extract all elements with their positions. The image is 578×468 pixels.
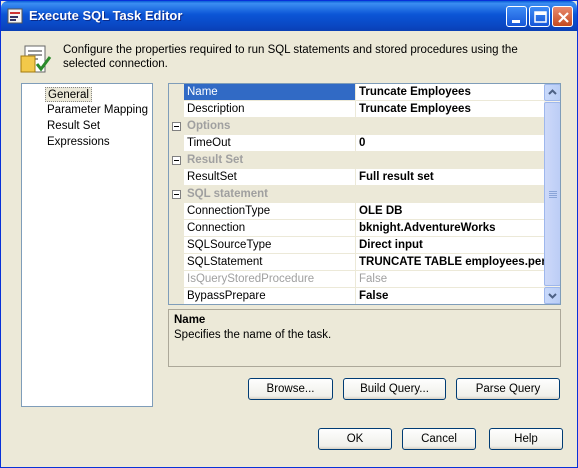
window-title: Execute SQL Task Editor: [29, 8, 183, 23]
nav-item-expressions[interactable]: Expressions: [45, 135, 112, 150]
property-name: SQLStatement: [184, 254, 356, 271]
grid-row-sqlstatement[interactable]: SQLStatement TRUNCATE TABLE employees.pe…: [169, 254, 544, 271]
property-value[interactable]: 0: [356, 135, 544, 152]
build-query-button[interactable]: Build Query...: [343, 378, 446, 400]
help-button[interactable]: Help: [489, 428, 563, 450]
property-grid: Name Truncate Employees Description Trun…: [168, 83, 561, 305]
row-margin: [169, 288, 184, 304]
description-text: Specifies the name of the task.: [174, 329, 332, 341]
grid-row-isquerystoredprocedure: IsQueryStoredProcedure False: [169, 271, 544, 288]
nav-item-general[interactable]: General: [45, 87, 92, 102]
category-label: SQL statement: [187, 188, 268, 200]
row-margin: [169, 84, 184, 101]
chevron-up-icon: [548, 89, 557, 95]
property-name: SQLSourceType: [184, 237, 356, 254]
page-navigation: General Parameter Mapping Result Set Exp…: [21, 83, 153, 407]
minimize-icon: [512, 20, 520, 23]
grip-line: [549, 193, 557, 194]
grid-row-sqlsourcetype[interactable]: SQLSourceType Direct input: [169, 237, 544, 254]
grid-row-resultset[interactable]: ResultSet Full result set: [169, 169, 544, 186]
category-sql-statement[interactable]: SQL statement: [169, 186, 544, 203]
scroll-up-button[interactable]: [544, 84, 560, 101]
collapse-icon[interactable]: [172, 122, 181, 131]
property-name: Description: [184, 101, 356, 118]
grid-row-connection[interactable]: Connection bknight.AdventureWorks: [169, 220, 544, 237]
grip-line: [549, 195, 557, 196]
property-value[interactable]: bknight.AdventureWorks: [356, 220, 544, 237]
category-label: Result Set: [187, 154, 244, 166]
header-description: Configure the properties required to run…: [63, 44, 518, 70]
row-margin: [169, 220, 184, 237]
property-name: TimeOut: [184, 135, 356, 152]
grid-row-timeout[interactable]: TimeOut 0: [169, 135, 544, 152]
title-bar[interactable]: Execute SQL Task Editor: [1, 1, 577, 31]
category-label: Options: [187, 120, 231, 132]
grid-row-description[interactable]: Description Truncate Employees: [169, 101, 544, 118]
property-grid-scrollbar[interactable]: [544, 84, 560, 304]
property-value[interactable]: Direct input: [356, 237, 544, 254]
grid-row-bypassprepare[interactable]: BypassPrepare False: [169, 288, 544, 304]
property-name: BypassPrepare: [184, 288, 356, 304]
row-margin: [169, 271, 184, 288]
property-name: IsQueryStoredProcedure: [184, 271, 356, 288]
property-value[interactable]: TRUNCATE TABLE employees.pen: [356, 254, 544, 271]
row-margin: [169, 203, 184, 220]
nav-item-result-set[interactable]: Result Set: [45, 119, 102, 134]
row-margin: [169, 237, 184, 254]
property-value[interactable]: False: [356, 288, 544, 304]
row-margin: [169, 101, 184, 118]
dialog-window: Execute SQL Task Editor Configure the pr…: [0, 0, 578, 468]
chevron-down-icon: [548, 293, 557, 299]
description-title: Name: [174, 314, 206, 326]
grip-line: [549, 191, 557, 192]
nav-item-parameter-mapping[interactable]: Parameter Mapping: [45, 103, 150, 118]
ok-button[interactable]: OK: [318, 428, 392, 450]
maximize-button[interactable]: [529, 6, 550, 27]
grip-line: [549, 197, 557, 198]
grid-row-connectiontype[interactable]: ConnectionType OLE DB: [169, 203, 544, 220]
close-button[interactable]: [552, 6, 573, 27]
browse-button[interactable]: Browse...: [248, 378, 333, 400]
row-margin: [169, 169, 184, 186]
category-result-set[interactable]: Result Set: [169, 152, 544, 169]
property-value[interactable]: Full result set: [356, 169, 544, 186]
close-icon: [558, 12, 569, 23]
property-name: Connection: [184, 220, 356, 237]
row-margin: [169, 254, 184, 271]
scroll-thumb[interactable]: [544, 102, 560, 286]
cancel-button[interactable]: Cancel: [402, 428, 476, 450]
property-description-panel: Name Specifies the name of the task.: [168, 309, 561, 367]
property-value[interactable]: Truncate Employees: [356, 84, 544, 101]
property-name: ConnectionType: [184, 203, 356, 220]
maximize-icon: [534, 11, 547, 23]
collapse-icon[interactable]: [172, 190, 181, 199]
category-options[interactable]: Options: [169, 118, 544, 135]
scroll-down-button[interactable]: [544, 287, 560, 304]
sql-task-icon: [7, 8, 23, 24]
property-value[interactable]: OLE DB: [356, 203, 544, 220]
task-editor-icon: [19, 42, 53, 76]
grid-row-name[interactable]: Name Truncate Employees: [169, 84, 544, 101]
property-value[interactable]: Truncate Employees: [356, 101, 544, 118]
row-margin: [169, 135, 184, 152]
collapse-icon[interactable]: [172, 156, 181, 165]
property-name: ResultSet: [184, 169, 356, 186]
parse-query-button[interactable]: Parse Query: [456, 378, 560, 400]
minimize-button[interactable]: [506, 6, 527, 27]
property-name: Name: [184, 84, 356, 101]
property-value: False: [356, 271, 544, 288]
